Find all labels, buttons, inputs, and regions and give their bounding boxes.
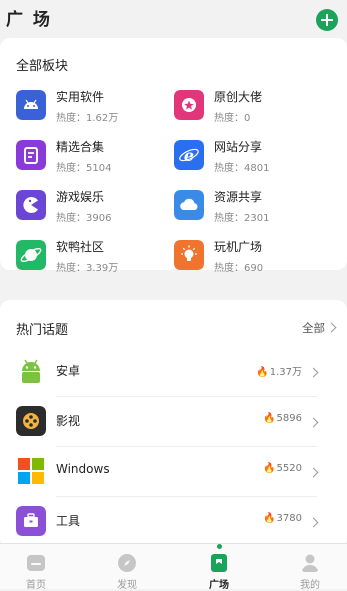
section-title: 热门话题 xyxy=(16,323,69,338)
home-icon xyxy=(27,555,45,571)
section-item-heat: 热度：1.62万 xyxy=(56,113,119,124)
header: 广 场 xyxy=(0,0,347,38)
active-indicator xyxy=(217,544,222,549)
section-item-resources[interactable]: 资源共享 热度：2301 xyxy=(174,188,334,228)
section-item-original[interactable]: 原创大佬 热度：0 xyxy=(174,88,334,128)
flame-icon: 🔥 xyxy=(263,463,276,474)
tab-plaza[interactable]: 广场 xyxy=(184,544,254,591)
section-item-name: 网站分享 xyxy=(214,140,263,154)
film-reel-icon xyxy=(16,406,46,436)
tab-label: 广场 xyxy=(209,580,229,591)
browser-e-icon: e xyxy=(174,140,204,170)
topic-heat: 🔥5520 xyxy=(263,463,302,474)
page-title: 广 场 xyxy=(6,10,52,30)
tab-label: 发现 xyxy=(117,580,137,591)
topic-name: 安卓 xyxy=(56,364,81,378)
section-item-name: 资源共享 xyxy=(214,190,263,204)
chevron-right-icon xyxy=(308,417,319,428)
chevron-right-icon xyxy=(308,467,319,478)
topic-row-tools[interactable]: 工具 🔥3780 xyxy=(0,497,347,547)
chevron-right-icon xyxy=(308,517,319,528)
android-icon xyxy=(16,90,46,120)
section-item-name: 游戏娱乐 xyxy=(56,190,105,204)
section-item-heat: 热度：5104 xyxy=(56,163,112,174)
tab-home[interactable]: 首页 xyxy=(1,544,71,591)
section-item-heat: 热度：4801 xyxy=(214,163,270,174)
section-item-name: 精选合集 xyxy=(56,140,105,154)
section-item-name: 玩机广场 xyxy=(214,240,263,254)
topic-heat: 🔥3780 xyxy=(263,513,302,524)
add-button[interactable] xyxy=(316,9,338,31)
topic-heat: 🔥5896 xyxy=(263,413,302,424)
windows-icon xyxy=(18,458,44,484)
topic-heat: 🔥1.37万 xyxy=(256,367,302,378)
chevron-right-icon xyxy=(326,322,337,333)
flame-icon: 🔥 xyxy=(263,413,276,424)
topic-row-windows[interactable]: Windows 🔥5520 xyxy=(0,447,347,497)
section-item-websites[interactable]: e 网站分享 热度：4801 xyxy=(174,138,334,178)
section-item-apps[interactable]: 实用软件 热度：1.62万 xyxy=(16,88,176,128)
android-robot-icon xyxy=(22,359,40,383)
section-item-heat: 热度：3.39万 xyxy=(56,263,119,274)
section-item-heat: 热度：0 xyxy=(214,113,251,124)
section-item-name: 实用软件 xyxy=(56,90,105,104)
section-title: 全部板块 xyxy=(16,59,69,74)
toolbox-icon xyxy=(16,506,46,536)
all-sections-card: 全部板块 实用软件 热度：1.62万 原创大佬 热度：0 精选合集 热度：510… xyxy=(0,38,347,274)
section-item-collections[interactable]: 精选合集 热度：5104 xyxy=(16,138,176,178)
section-item-heat: 热度：3906 xyxy=(56,213,112,224)
chevron-right-icon xyxy=(308,367,319,378)
tab-profile[interactable]: 我的 xyxy=(275,544,345,591)
section-item-device-plaza[interactable]: 玩机广场 热度：690 xyxy=(174,238,334,278)
tab-label: 我的 xyxy=(300,580,320,591)
bottom-tab-bar: 首页 发现 广场 我的 xyxy=(0,543,347,591)
tab-label: 首页 xyxy=(26,580,46,591)
section-item-heat: 热度：2301 xyxy=(214,213,270,224)
topic-name: 工具 xyxy=(56,514,81,528)
user-icon xyxy=(302,554,318,572)
flame-icon: 🔥 xyxy=(263,513,276,524)
section-item-community[interactable]: 软鸭社区 热度：3.39万 xyxy=(16,238,176,278)
topic-row-android[interactable]: 安卓 🔥1.37万 xyxy=(0,347,347,397)
compass-icon xyxy=(118,554,136,572)
pacman-icon xyxy=(16,190,46,220)
section-item-name: 软鸭社区 xyxy=(56,240,105,254)
section-item-heat: 热度：690 xyxy=(214,263,264,274)
cloud-icon xyxy=(174,190,204,220)
all-topics-link[interactable]: 全部 xyxy=(302,320,325,336)
tab-discover[interactable]: 发现 xyxy=(92,544,162,591)
topic-name: Windows xyxy=(56,462,110,476)
topic-row-video[interactable]: 影视 🔥5896 xyxy=(0,397,347,447)
topic-name: 影视 xyxy=(56,414,81,428)
hot-topics-card: 热门话题 全部 安卓 🔥1.37万 影视 🔥5896 Windows 🔥5520… xyxy=(0,300,347,548)
planet-icon xyxy=(16,240,46,270)
section-item-name: 原创大佬 xyxy=(214,90,263,104)
bulb-icon xyxy=(174,240,204,270)
flame-icon: 🔥 xyxy=(256,367,269,378)
collection-icon xyxy=(16,140,46,170)
section-item-games[interactable]: 游戏娱乐 热度：3906 xyxy=(16,188,176,228)
star-badge-icon xyxy=(174,90,204,120)
svg-text:e: e xyxy=(184,146,194,165)
plaza-icon xyxy=(211,554,227,572)
